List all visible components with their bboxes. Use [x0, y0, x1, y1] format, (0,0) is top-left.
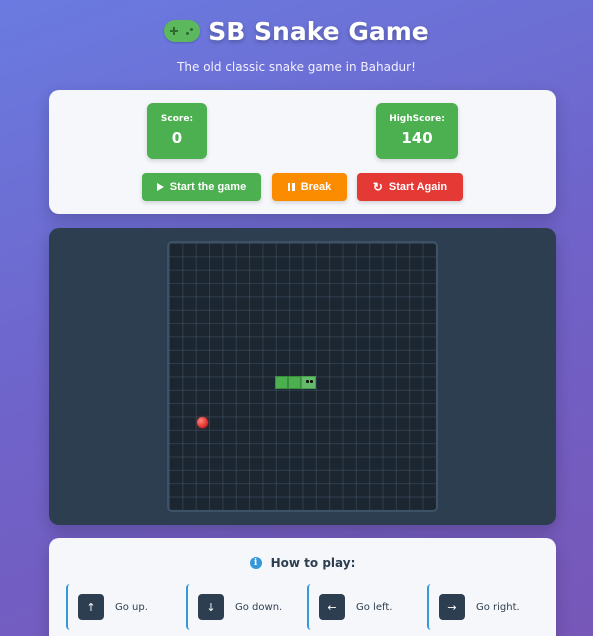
- control-down: ↓ Go down.: [186, 584, 294, 630]
- gamepad-icon: [164, 20, 201, 42]
- highscore-box: HighScore: 140: [376, 103, 458, 159]
- game-board[interactable]: [167, 241, 438, 512]
- snake-eye: [306, 380, 309, 383]
- control-right-label: Go right.: [476, 601, 520, 613]
- start-button-label: Start the game: [169, 181, 247, 193]
- food-apple: [197, 417, 208, 428]
- snake-segment: [288, 376, 301, 389]
- pause-icon: [287, 183, 295, 191]
- restart-button[interactable]: ↻ Start Again: [357, 173, 463, 201]
- control-left-label: Go left.: [356, 601, 393, 613]
- page-header: SB Snake Game The old classic snake game…: [0, 0, 593, 74]
- page-subtitle: The old classic snake game in Bahadur!: [177, 60, 416, 74]
- redo-icon: ↻: [372, 180, 383, 194]
- highscore-label: HighScore:: [389, 114, 445, 124]
- arrow-right-icon: →: [439, 594, 465, 620]
- break-button[interactable]: Break: [272, 173, 347, 201]
- score-box: Score: 0: [147, 103, 207, 159]
- control-up-label: Go up.: [115, 601, 148, 613]
- arrow-up-icon: ↑: [78, 594, 104, 620]
- arrow-left-icon: ←: [319, 594, 345, 620]
- arrow-down-icon: ↓: [198, 594, 224, 620]
- snake-segment: [275, 376, 288, 389]
- play-icon: [156, 183, 164, 191]
- control-down-label: Go down.: [235, 601, 283, 613]
- break-button-label: Break: [300, 181, 332, 193]
- restart-button-label: Start Again: [388, 181, 448, 193]
- snake-head: [301, 376, 316, 389]
- title-text: SB Snake Game: [208, 16, 429, 46]
- info-icon: i: [249, 557, 262, 569]
- control-right: → Go right.: [427, 584, 535, 630]
- control-left: ← Go left.: [307, 584, 415, 630]
- game-panel: [49, 228, 556, 525]
- start-button[interactable]: Start the game: [142, 173, 261, 201]
- snake-eye: [310, 380, 313, 383]
- score-label: Score:: [160, 114, 194, 124]
- page-title: SB Snake Game: [0, 14, 593, 48]
- help-title-text: How to play:: [270, 556, 356, 570]
- score-value: 0: [171, 129, 183, 147]
- highscore-value: 140: [401, 129, 433, 147]
- help-panel: i How to play: ↑ Go up. ↓ Go down. ← Go …: [49, 538, 556, 636]
- help-title: i How to play:: [49, 556, 556, 570]
- control-up: ↑ Go up.: [66, 584, 174, 630]
- score-panel: Score: 0 HighScore: 140 Start the game B…: [49, 90, 556, 214]
